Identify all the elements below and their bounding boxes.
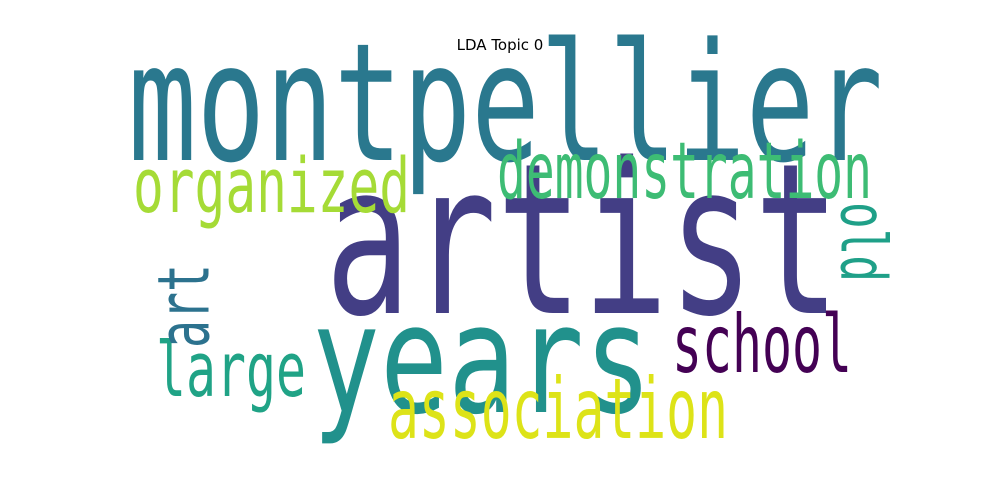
word-school: school <box>672 298 852 391</box>
word-demonstration: demonstration <box>497 127 872 217</box>
wordcloud-canvas: artistmontpellieryearsassociationschoold… <box>128 8 900 458</box>
word-organized: organized <box>133 141 410 230</box>
wordcloud-figure: LDA Topic 0 artist montpellier years associ… <box>0 0 1000 500</box>
word-old: old <box>827 202 900 282</box>
word-art: art <box>143 264 226 348</box>
